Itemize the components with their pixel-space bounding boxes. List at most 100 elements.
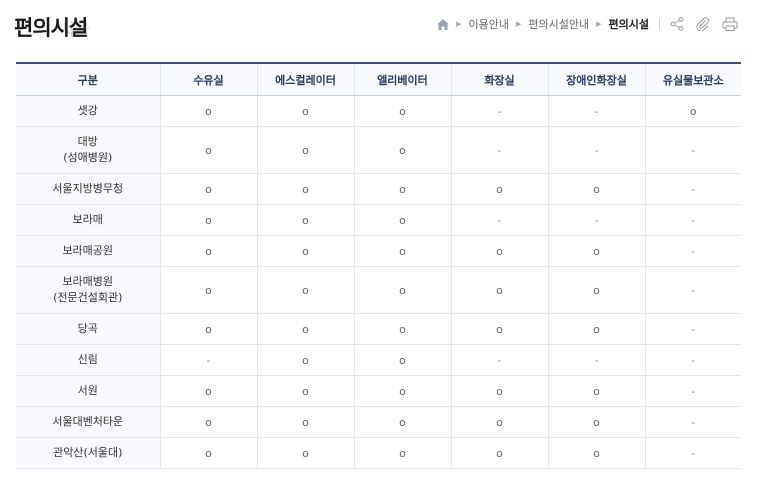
home-icon[interactable] [437, 18, 450, 30]
facility-cell: - [547, 344, 645, 376]
unavailable-mark: - [691, 143, 696, 157]
facility-cell: o [159, 204, 257, 236]
station-name-line: 당곡 [77, 322, 98, 335]
station-name-line: (성애병원) [63, 151, 113, 164]
print-icon[interactable] [722, 17, 738, 31]
facility-cell: o [450, 313, 548, 345]
facility-cell: o [159, 173, 257, 205]
station-name: 관악산(서울대) [16, 437, 160, 469]
available-mark: o [399, 213, 406, 227]
available-mark: o [399, 104, 406, 118]
facility-cell: o [353, 173, 451, 205]
breadcrumb-separator-icon: ▶ [456, 20, 462, 28]
unavailable-mark: - [691, 353, 696, 367]
col-header-category: 구분 [16, 62, 160, 96]
available-mark: o [399, 446, 406, 460]
facility-cell: o [353, 95, 451, 127]
unavailable-mark: - [691, 384, 696, 398]
available-mark: o [496, 415, 503, 429]
table-row: 서울대벤처타운 o o o o o - [16, 406, 741, 438]
facility-cell: o [547, 173, 645, 205]
facility-cell: o [547, 266, 645, 314]
unavailable-mark: - [594, 353, 599, 367]
table-body: 샛강 o o o - - o 대방 (성애병원) o o o - - - 서울지방병무청 o o o o o - 보라매 o o… [16, 95, 741, 469]
station-name-line: (전문건설회관) [53, 291, 123, 304]
unavailable-mark: - [691, 182, 696, 196]
page: 편의시설 서울 ▶ 이용안내 ▶ 편의시설안내 ▶ 편의시설 구분 수유실 에스… [0, 0, 760, 492]
station-name-line: 대방 [77, 135, 98, 148]
available-mark: o [399, 353, 406, 367]
title-area: 편의시설 서울 [14, 12, 89, 42]
available-mark: o [205, 182, 212, 196]
station-name: 보라매공원 [16, 235, 160, 267]
available-mark: o [205, 213, 212, 227]
facility-cell: o [353, 406, 451, 438]
available-mark: o [205, 143, 212, 157]
station-name: 샛강 [16, 95, 160, 127]
table-row: 대방 (성애병원) o o o - - - [16, 126, 741, 174]
available-mark: o [496, 446, 503, 460]
link-icon[interactable] [696, 17, 710, 31]
facility-cell: - [644, 406, 741, 438]
breadcrumb-item-usage[interactable]: 이용안내 [469, 16, 509, 32]
available-mark: o [593, 244, 600, 258]
available-mark: o [496, 182, 503, 196]
available-mark: o [689, 104, 697, 118]
facility-cell: - [644, 204, 741, 236]
available-mark: o [302, 384, 309, 398]
breadcrumb-item-facilities-info[interactable]: 편의시설안내 [528, 16, 589, 32]
table-row: 서울지방병무청 o o o o o - [16, 173, 741, 205]
facility-cell: o [159, 437, 257, 469]
facility-cell: o [256, 204, 354, 236]
available-mark: o [496, 244, 503, 258]
available-mark: o [205, 446, 212, 460]
available-mark: o [205, 104, 212, 118]
facility-cell: o [353, 204, 451, 236]
table-row: 보라매병원 (전문건설회관) o o o o o - [16, 266, 741, 314]
col-header-nursing-room: 수유실 [159, 62, 257, 96]
facility-cell: o [256, 344, 354, 376]
facility-cell: o [256, 313, 354, 345]
station-name-line: 관악산(서울대) [53, 446, 123, 459]
share-icon[interactable] [670, 17, 684, 31]
facility-cell: - [450, 204, 548, 236]
facility-cell: - [547, 204, 645, 236]
table-row: 보라매공원 o o o o o - [16, 235, 741, 267]
unavailable-mark: - [691, 244, 696, 258]
facilities-table: 구분 수유실 에스컬레이터 엘리베이터 화장실 장애인화장실 유실물보관소 샛강… [16, 62, 741, 469]
facility-cell: o [256, 406, 354, 438]
facility-cell: o [256, 235, 354, 267]
facility-cell: o [256, 437, 354, 469]
table-row: 서원 o o o o o - [16, 375, 741, 407]
facility-cell: o [353, 313, 451, 345]
facility-cell: - [644, 313, 741, 345]
facility-cell: - [644, 235, 741, 267]
available-mark: o [302, 182, 309, 196]
facility-cell: o [159, 266, 257, 314]
facility-cell: o [159, 375, 257, 407]
divider [659, 19, 660, 29]
table-row: 당곡 o o o o o - [16, 313, 741, 345]
available-mark: o [302, 322, 309, 336]
facility-cell: - [644, 437, 741, 469]
available-mark: o [302, 353, 309, 367]
facility-cell: o [256, 173, 354, 205]
facility-cell: o [450, 173, 548, 205]
facility-cell: - [644, 173, 741, 205]
facility-cell: o [353, 375, 451, 407]
available-mark: o [302, 446, 309, 460]
facility-cell: - [159, 344, 257, 376]
facility-cell: o [450, 375, 548, 407]
table-header-row: 구분 수유실 에스컬레이터 엘리베이터 화장실 장애인화장실 유실물보관소 [16, 62, 741, 96]
available-mark: o [496, 384, 503, 398]
available-mark: o [302, 143, 309, 157]
facility-cell: - [547, 95, 645, 127]
facility-cell: - [644, 266, 741, 314]
facility-cell: o [159, 95, 257, 127]
available-mark: o [205, 322, 212, 336]
util-icons [670, 17, 738, 31]
available-mark: o [593, 384, 600, 398]
facility-cell: - [450, 344, 548, 376]
available-mark: o [399, 283, 406, 297]
facility-cell: o [353, 344, 451, 376]
